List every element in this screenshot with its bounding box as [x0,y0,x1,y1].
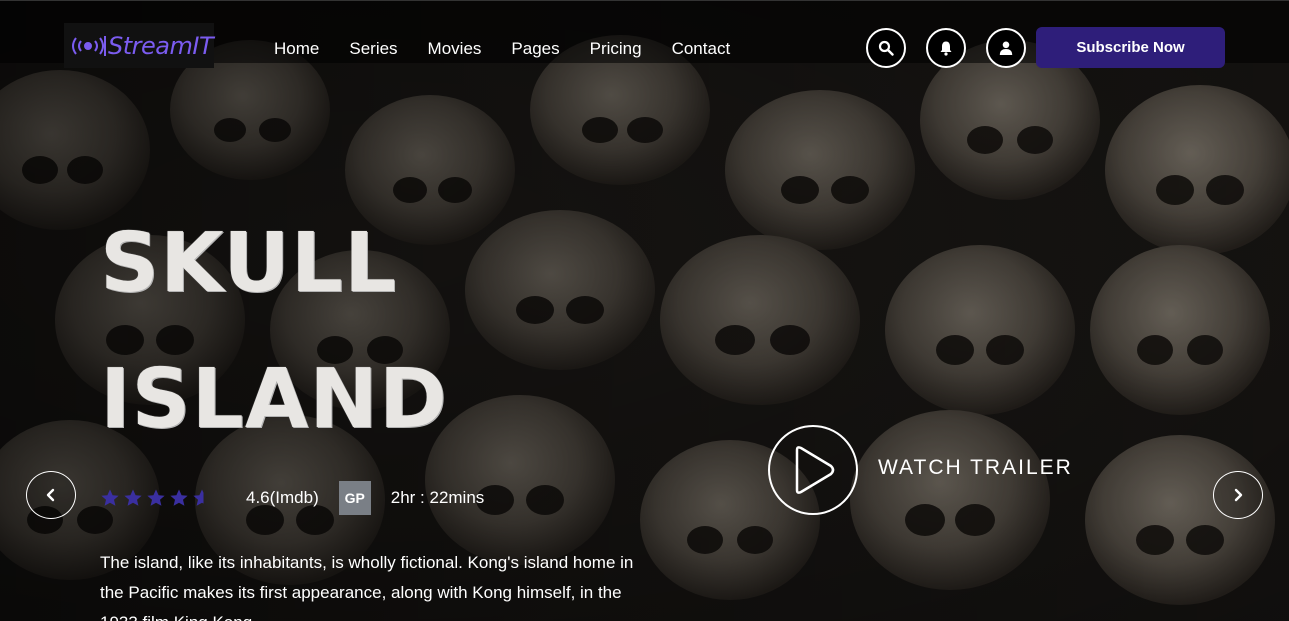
broadcast-icon [72,35,106,56]
nav-movies[interactable]: Movies [428,39,482,59]
star-icon [170,489,188,506]
nav-home[interactable]: Home [274,39,319,59]
chevron-left-icon [46,488,55,502]
movie-title-line2: ISLAND [100,352,448,447]
user-icon [999,41,1013,55]
star-icon [124,489,142,506]
nav-contact[interactable]: Contact [672,39,731,59]
account-button[interactable] [986,28,1026,68]
nav-pricing[interactable]: Pricing [590,39,642,59]
movie-title-line1: SKULL [100,216,398,311]
age-rating-badge: GP [338,481,371,515]
star-icon [101,489,119,506]
rating-stars [100,488,212,508]
search-button[interactable] [866,28,906,68]
chevron-right-icon [1234,488,1243,502]
movie-meta: 4.6(Imdb) GP 2hr : 22mins [100,478,484,518]
play-icon [795,446,835,494]
movie-description: The island, like its inhabitants, is who… [100,553,634,621]
subscribe-button[interactable]: Subscribe Now [1036,27,1225,68]
bell-icon [940,41,952,56]
main-nav: Home Series Movies Pages Pricing Contact [274,39,760,59]
star-icon [193,489,211,506]
watch-trailer-link[interactable]: WATCH TRAILER [878,456,1073,480]
play-trailer-button[interactable] [768,425,858,515]
nav-pages[interactable]: Pages [511,39,559,59]
movie-title: SKULL ISLAND [100,196,448,468]
previous-slide-button[interactable] [26,471,76,519]
search-icon [878,40,894,56]
logo-text: StreamIT [108,31,214,60]
nav-series[interactable]: Series [349,39,397,59]
notifications-button[interactable] [926,28,966,68]
next-slide-button[interactable] [1213,471,1263,519]
movie-duration: 2hr : 22mins [390,488,485,507]
top-header: StreamIT Home Series Movies Pages Pricin… [0,0,1289,68]
logo[interactable]: StreamIT [64,23,214,68]
star-icon [147,489,165,506]
imdb-rating: 4.6(Imdb) [246,488,319,507]
